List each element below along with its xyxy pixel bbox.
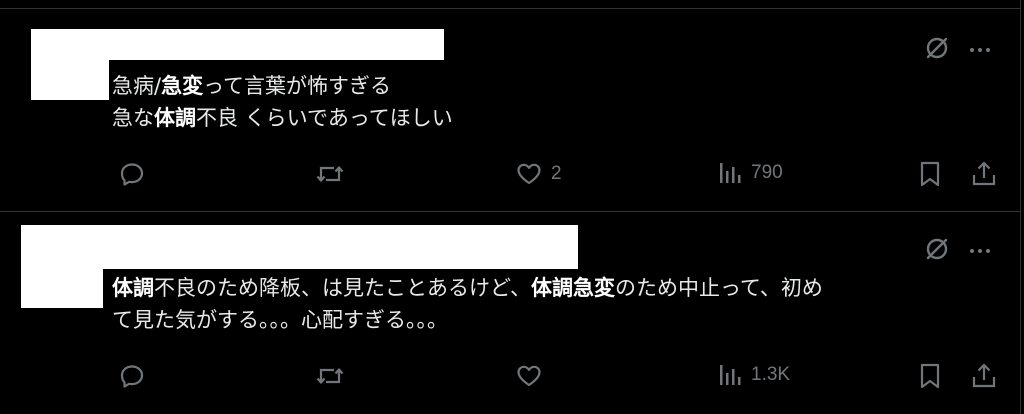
- post-2-text: 体調不良のため降板、は見たことあるけど、体調急変のため中止って、初め て見た気が…: [112, 272, 823, 336]
- post-text-line: て見た気がする。。。心配すぎる。。。: [112, 308, 448, 332]
- share-button[interactable]: [970, 160, 998, 188]
- post-text-line: 体調不良のため降板、は見たことあるけど、体調急変のため中止って、初め: [112, 276, 823, 300]
- like-button[interactable]: [515, 362, 551, 390]
- post-1-text: 急病/急変って言葉が怖すぎる 急な体調不良 くらいであってほしい: [112, 70, 453, 134]
- no-entry-icon[interactable]: [924, 35, 950, 65]
- bookmark-icon: [917, 160, 943, 188]
- reply-button[interactable]: [118, 362, 146, 390]
- redacted-username: [103, 225, 578, 269]
- share-icon: [970, 362, 998, 390]
- like-count: 2: [551, 163, 562, 184]
- views-button[interactable]: 1.3K: [717, 362, 790, 388]
- more-icon[interactable]: [970, 249, 990, 253]
- redacted-avatar: [21, 225, 103, 308]
- heart-icon: [515, 362, 543, 390]
- repost-icon: [314, 362, 346, 390]
- reply-icon: [118, 160, 146, 188]
- post-text-line: 急病/急変って言葉が怖すぎる: [112, 74, 392, 98]
- views-icon: [717, 362, 743, 388]
- no-entry-icon[interactable]: [924, 236, 950, 266]
- reply-icon: [118, 362, 146, 390]
- views-count: 790: [751, 162, 783, 183]
- heart-icon: [515, 160, 543, 188]
- post-1[interactable]: 急病/急変って言葉が怖すぎる 急な体調不良 くらいであってほしい 2 790: [0, 9, 1020, 211]
- redacted-avatar: [31, 29, 109, 100]
- views-icon: [717, 160, 743, 186]
- post-2-actions: 1.3K: [0, 362, 1020, 392]
- more-icon[interactable]: [970, 48, 990, 52]
- share-icon: [970, 160, 998, 188]
- like-button[interactable]: 2: [515, 160, 562, 188]
- share-button[interactable]: [970, 362, 998, 390]
- redacted-username: [109, 29, 444, 60]
- post-2-corner: [924, 236, 990, 266]
- post-1-actions: 2 790: [0, 160, 1020, 190]
- post-1-corner: [924, 35, 990, 65]
- views-button[interactable]: 790: [717, 160, 783, 186]
- repost-icon: [314, 160, 346, 188]
- repost-button[interactable]: [314, 362, 346, 390]
- post-2[interactable]: 体調不良のため降板、は見たことあるけど、体調急変のため中止って、初め て見た気が…: [0, 212, 1020, 414]
- bookmark-button[interactable]: [917, 160, 943, 188]
- bookmark-button[interactable]: [917, 362, 943, 390]
- repost-button[interactable]: [314, 160, 346, 188]
- reply-button[interactable]: [118, 160, 146, 188]
- post-text-line: 急な体調不良 くらいであってほしい: [112, 106, 453, 130]
- views-count: 1.3K: [751, 364, 791, 385]
- bookmark-icon: [917, 362, 943, 390]
